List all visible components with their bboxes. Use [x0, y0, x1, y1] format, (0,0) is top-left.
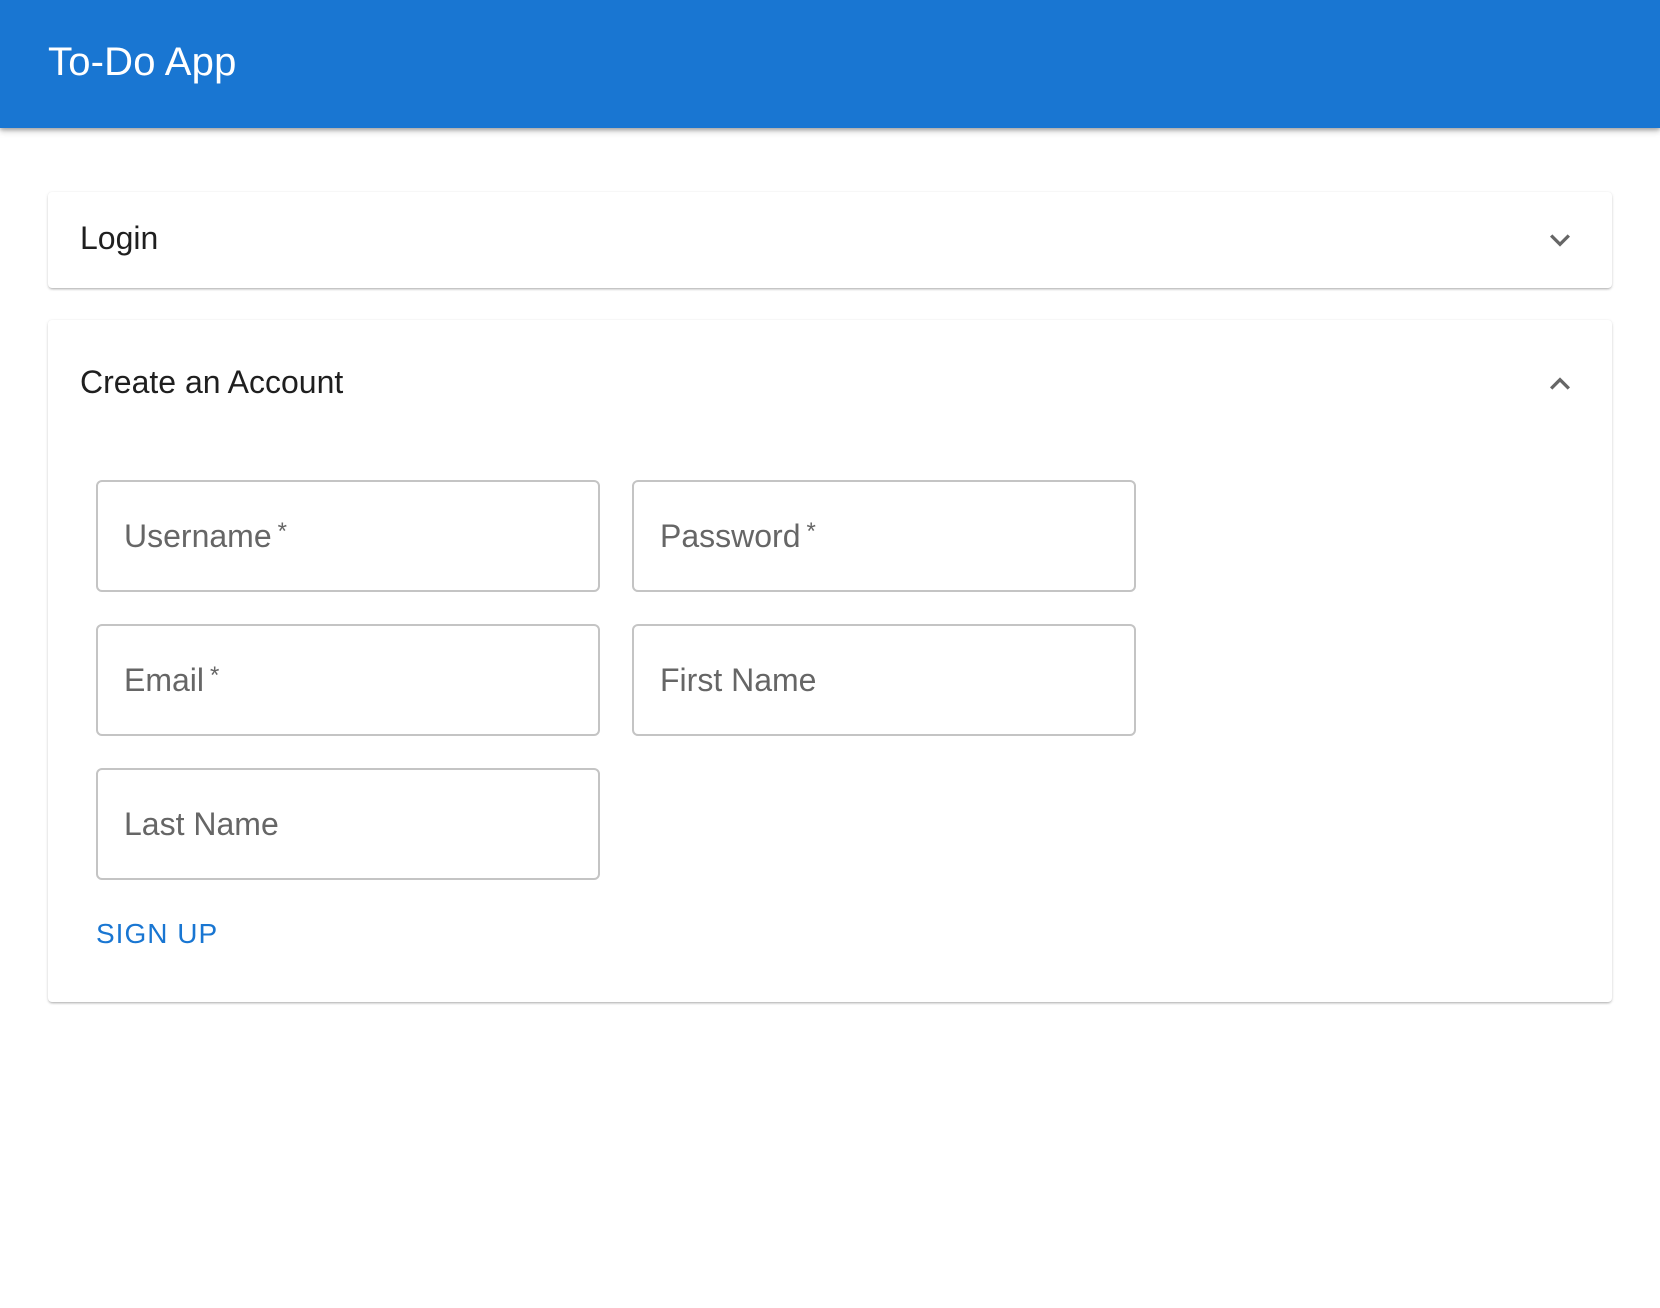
app-title: To-Do App: [48, 40, 237, 84]
last-name-field[interactable]: Last Name: [96, 768, 600, 880]
login-panel-title: Login: [80, 220, 159, 256]
sign-up-button[interactable]: SIGN UP: [96, 910, 218, 958]
signup-panel-title: Create an Account: [80, 364, 344, 400]
required-mark: *: [210, 662, 220, 689]
username-field[interactable]: Username *: [96, 480, 600, 592]
first-name-field[interactable]: First Name: [632, 624, 1136, 736]
last-name-label: Last Name: [124, 806, 279, 842]
chevron-down-icon[interactable]: [1540, 220, 1580, 260]
email-field[interactable]: Email *: [96, 624, 600, 736]
required-mark: *: [806, 518, 816, 545]
chevron-up-icon[interactable]: [1540, 364, 1580, 404]
required-mark: *: [277, 518, 287, 545]
username-label: Username *: [124, 518, 287, 554]
email-label: Email *: [124, 662, 220, 698]
login-panel-header[interactable]: Login: [48, 192, 1612, 288]
password-label: Password *: [660, 518, 816, 554]
signup-panel: Create an Account Username * Password * Em…: [48, 320, 1612, 1002]
app-bar: To-Do App: [0, 0, 1660, 128]
password-field[interactable]: Password *: [632, 480, 1136, 592]
first-name-label: First Name: [660, 662, 817, 698]
signup-panel-header[interactable]: Create an Account: [48, 320, 1612, 448]
login-panel: Login: [48, 192, 1612, 288]
